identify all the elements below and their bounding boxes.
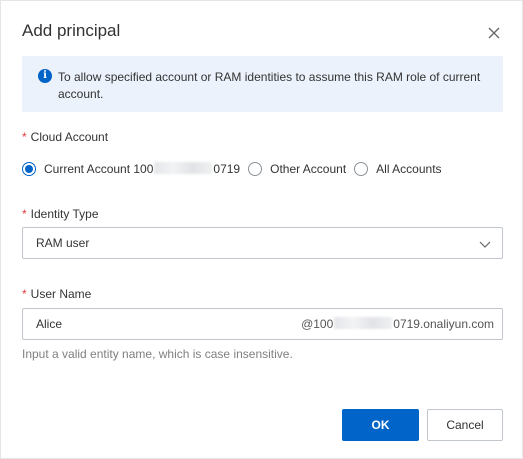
cancel-button[interactable]: Cancel — [427, 409, 503, 441]
required-mark: * — [22, 130, 27, 144]
alert-text: To allow specified account or RAM identi… — [58, 70, 481, 101]
identity-type-label-text: Identity Type — [30, 207, 99, 221]
required-mark: * — [22, 287, 27, 301]
domain-suffix-prefix: @100 — [301, 317, 334, 331]
identity-type-value: RAM user — [36, 236, 90, 250]
masked-account-id — [334, 317, 393, 329]
other-account-label: Other Account — [270, 162, 347, 176]
dialog-title: Add principal — [22, 21, 121, 40]
radio-unchecked-icon — [354, 162, 369, 176]
ok-button[interactable]: OK — [342, 409, 419, 441]
cloud-account-label-text: Cloud Account — [30, 130, 109, 144]
identity-type-select[interactable]: RAM user — [22, 227, 503, 259]
current-account-suffix: 0719 — [213, 162, 241, 176]
domain-suffix-end: 0719.onaliyun.com — [393, 317, 494, 331]
current-account-prefix: Current Account 100 — [44, 162, 154, 176]
all-accounts-label: All Accounts — [376, 162, 442, 176]
user-name-label-text: User Name — [30, 287, 92, 301]
radio-current-account[interactable]: Current Account 100 0719 — [22, 162, 240, 176]
user-name-field[interactable]: @100 0719.onaliyun.com — [22, 308, 503, 340]
cloud-account-radio-group: Current Account 100 0719 Other Account Al… — [22, 160, 450, 178]
info-icon: i — [38, 69, 52, 83]
radio-checked-icon — [22, 162, 36, 176]
required-mark: * — [22, 207, 27, 221]
radio-unchecked-icon — [248, 162, 263, 176]
radio-other-account[interactable]: Other Account — [248, 162, 346, 176]
identity-type-label: * Identity Type — [22, 207, 99, 221]
user-name-input[interactable] — [23, 309, 293, 339]
user-name-label: * User Name — [22, 287, 91, 301]
radio-all-accounts[interactable]: All Accounts — [354, 162, 442, 176]
close-icon[interactable] — [486, 25, 502, 41]
add-principal-dialog: Add principal i To allow specified accou… — [0, 0, 523, 459]
current-account-label: Current Account 100 0719 — [44, 162, 240, 176]
cloud-account-label: * Cloud Account — [22, 130, 108, 144]
user-name-domain-suffix: @100 0719.onaliyun.com — [301, 317, 494, 331]
user-name-help-text: Input a valid entity name, which is case… — [22, 347, 293, 361]
masked-account-id — [154, 162, 213, 174]
info-alert: i To allow specified account or RAM iden… — [22, 56, 503, 112]
chevron-down-icon — [479, 241, 491, 248]
